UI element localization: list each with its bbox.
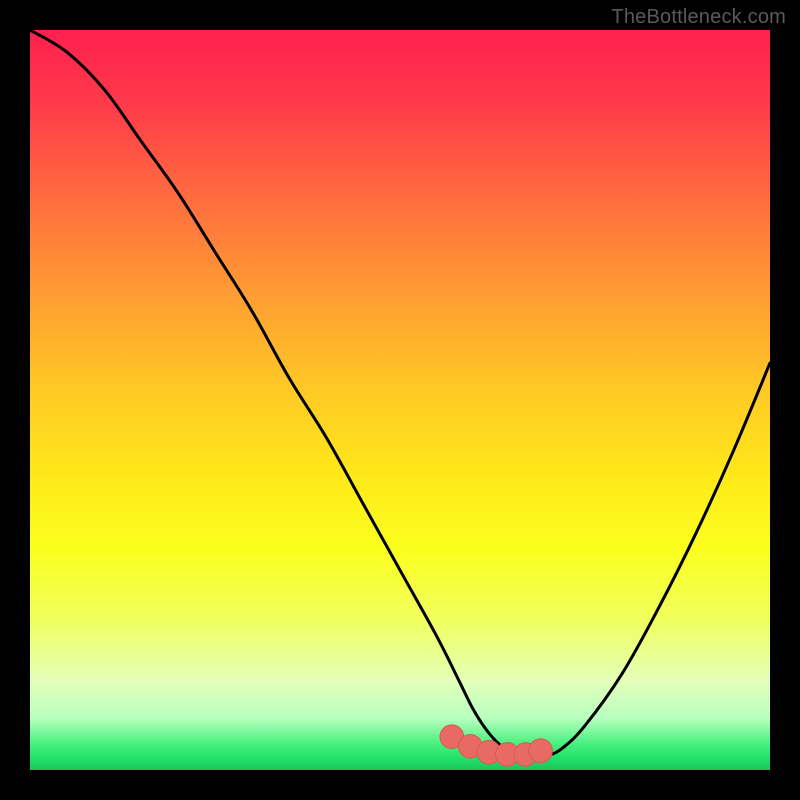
optimal-range-markers [30,30,770,770]
plot-area [30,30,770,770]
watermark-text: TheBottleneck.com [611,6,786,29]
chart-frame: TheBottleneck.com [0,0,800,800]
optimal-marker [529,739,553,763]
